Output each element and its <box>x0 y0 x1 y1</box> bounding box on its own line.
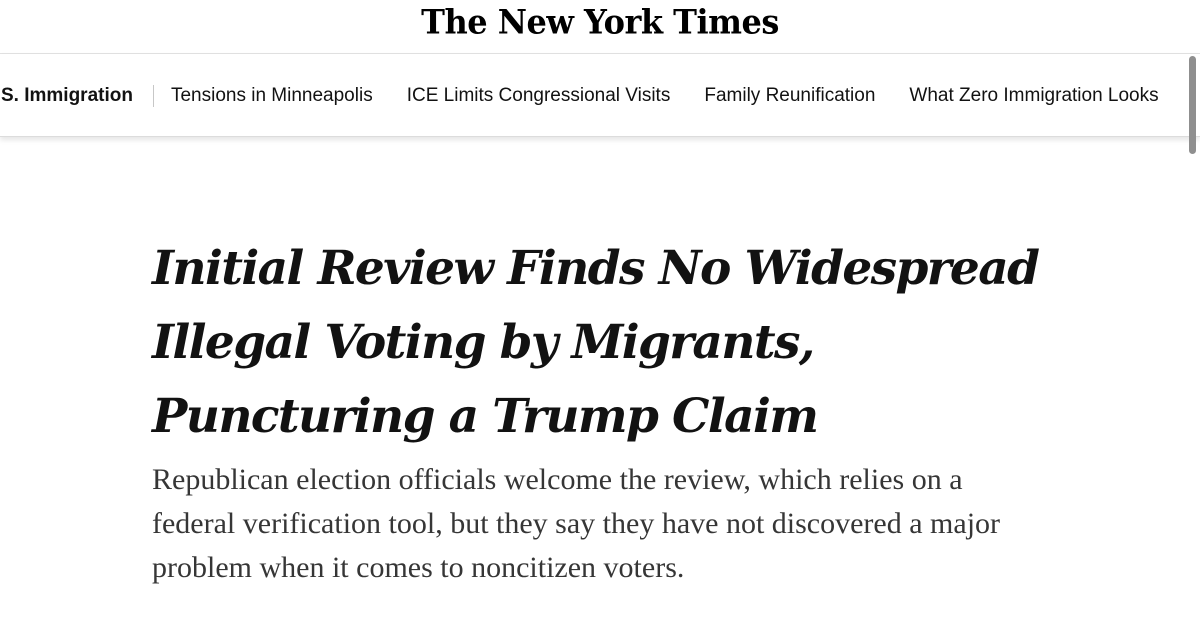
nav-link-zero-immigration[interactable]: What Zero Immigration Looks <box>909 84 1158 108</box>
nav-link-family-reunification[interactable]: Family Reunification <box>704 84 875 108</box>
section-nav-bar: U.S. Immigration Tensions in Minneapolis… <box>0 54 1200 137</box>
nav-link-tensions-minneapolis[interactable]: Tensions in Minneapolis <box>171 84 373 108</box>
article-header: Initial Review Finds No Widespread Illeg… <box>152 232 1072 590</box>
nav-link-ice-limits-visits[interactable]: ICE Limits Congressional Visits <box>407 84 671 108</box>
masthead: The New York Times <box>0 0 1200 52</box>
nav-divider <box>152 85 154 107</box>
article-headline: Initial Review Finds No Widespread Illeg… <box>152 241 1040 444</box>
article-summary: Republican election officials welcome th… <box>152 463 1001 584</box>
vertical-scrollbar[interactable] <box>1189 56 1196 154</box>
nav-section-label[interactable]: U.S. Immigration <box>0 84 153 108</box>
section-nav-items: U.S. Immigration Tensions in Minneapolis… <box>0 84 1193 108</box>
nyt-logo[interactable]: The New York Times <box>421 1 779 43</box>
